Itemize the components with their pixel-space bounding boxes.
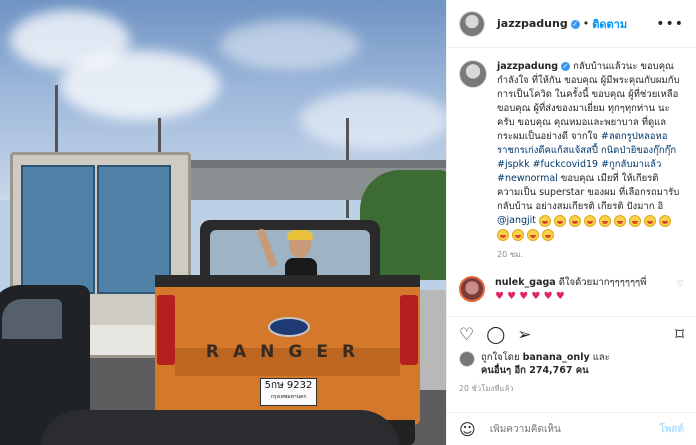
avatar[interactable] [459, 10, 485, 37]
comment-input[interactable] [487, 422, 660, 436]
license-plate: 5กษ 9232 กรุงเทพมหานคร [260, 378, 317, 406]
comment-item: nulek_gaga ดีใจด้วยมากๆๆๆๆๆๆพี่ ♥ ♥ ♥ ♥ … [459, 276, 684, 304]
truck-door [21, 165, 95, 294]
verified-icon: ✓ [570, 19, 580, 29]
more-horizontal-icon[interactable]: ••• [656, 16, 684, 32]
emoji-smile-icon[interactable]: ☺ [459, 420, 476, 439]
share-icon[interactable]: ➢ [517, 323, 531, 347]
ranger-lettering: RANGER [205, 342, 370, 362]
liked-by-prefix: ถูกใจโดย [481, 352, 520, 363]
laughing-emoji-icon [629, 214, 642, 227]
caption-time: 20 ชม. [497, 250, 523, 259]
laughing-emoji-icon [512, 228, 524, 241]
yellow-hat [287, 230, 313, 240]
caption-mention[interactable]: @jangjit [497, 215, 536, 226]
laughing-emoji-icon [644, 214, 657, 227]
laughing-emoji-icon [614, 214, 627, 227]
heart-icon[interactable]: ♡ [459, 323, 474, 347]
liker-avatar[interactable] [459, 351, 475, 367]
post-time[interactable]: 20 ชั่วโมงที่แล้ว [459, 383, 684, 395]
comment-text: ดีใจด้วยมากๆๆๆๆๆๆพี่ [558, 277, 647, 288]
likes-others[interactable]: คนอื่นๆ อีก 274,767 คน [481, 365, 589, 376]
laughing-emoji-icon [539, 214, 552, 227]
add-comment-bar: ☺ โพสต์ [447, 412, 696, 445]
ford-logo [268, 317, 310, 337]
plate-number: 5กษ 9232 [264, 380, 313, 391]
post-comment-button[interactable]: โพสต์ [659, 422, 684, 437]
action-icons: ♡ ◯ ➢ ⌑ [459, 323, 684, 347]
cloud [60, 50, 220, 120]
post-header: jazzpadung ✓ • ติดตาม ••• [447, 0, 696, 48]
separator: • [582, 17, 590, 30]
bookmark-icon[interactable]: ⌑ [675, 323, 684, 347]
laughing-emoji-icon [599, 214, 612, 227]
caption: jazzpadung ✓ กลับบ้านแล้วนะ ขอบคุณกำลังใจ… [459, 60, 684, 262]
post-photo[interactable]: RANGER 5กษ 9232 กรุงเทพมหานคร [0, 0, 446, 445]
commenter-avatar[interactable] [459, 276, 485, 302]
heart-outline-icon[interactable]: ♡ [676, 280, 684, 290]
pickup-rail [155, 275, 420, 287]
caption-avatar[interactable] [459, 60, 487, 88]
laughing-emoji-icon [584, 214, 597, 227]
caption-body: jazzpadung ✓ กลับบ้านแล้วนะ ขอบคุณกำลังใจ… [497, 60, 684, 262]
cloud [300, 90, 446, 150]
laughing-emoji-icon [554, 214, 567, 227]
overpass-deck [150, 160, 446, 168]
cloud [220, 20, 360, 70]
caption-text: กลับบ้านแล้วนะ ขอบคุณกำลังใจ ที่ให้กัน ข… [497, 61, 680, 142]
actions-section: ♡ ◯ ➢ ⌑ ถูกใจโดย banana_only และ คนอื่นๆ… [447, 316, 696, 412]
verified-icon: ✓ [561, 62, 571, 71]
laughing-emoji-icon [497, 228, 509, 241]
likes-text: ถูกใจโดย banana_only และ คนอื่นๆ อีก 274… [481, 351, 610, 377]
car-window [2, 299, 62, 339]
comment-hearts: ♥ ♥ ♥ ♥ ♥ ♥ [495, 291, 565, 302]
laughing-emoji-icon [527, 228, 539, 241]
likes-summary: ถูกใจโดย banana_only และ คนอื่นๆ อีก 274… [459, 351, 684, 377]
caption-username[interactable]: jazzpadung [497, 61, 558, 72]
comments-section[interactable]: jazzpadung ✓ กลับบ้านแล้วนะ ขอบคุณกำลังใจ… [447, 48, 696, 316]
comment-icon[interactable]: ◯ [486, 323, 505, 347]
plate-province: กรุงเทพมหานคร [270, 394, 307, 400]
likes-and: และ [592, 352, 610, 363]
laughing-emoji-icon [659, 214, 672, 227]
car-hood [40, 410, 400, 445]
post-sidebar: jazzpadung ✓ • ติดตาม ••• jazzpadung ✓ กลั… [446, 0, 696, 445]
laughing-emoji-icon [569, 214, 582, 227]
comment-username[interactable]: nulek_gaga [495, 277, 556, 288]
comment-body: nulek_gaga ดีใจด้วยมากๆๆๆๆๆๆพี่ ♥ ♥ ♥ ♥ … [495, 276, 665, 304]
liked-by-user[interactable]: banana_only [523, 352, 590, 363]
header-username[interactable]: jazzpadung ✓ [497, 17, 580, 30]
follow-button[interactable]: ติดตาม [592, 15, 627, 33]
instagram-post: RANGER 5กษ 9232 กรุงเทพมหานคร jazzpadung… [0, 0, 696, 445]
laughing-emoji-icon [542, 228, 554, 241]
